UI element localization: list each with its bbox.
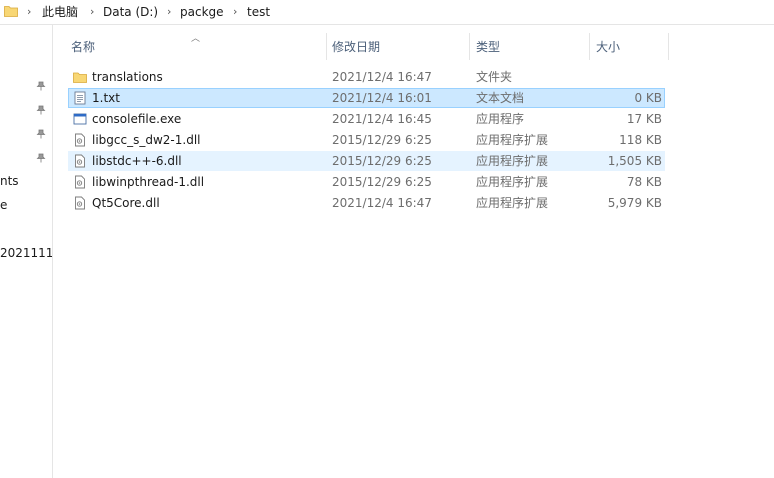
file-size: 118 KB [619, 133, 662, 147]
dll-icon [75, 133, 85, 147]
breadcrumb-test[interactable]: test [247, 4, 270, 20]
chevron-right-icon[interactable]: › [90, 4, 94, 20]
dll-icon [75, 196, 85, 210]
pin-icon[interactable] [36, 105, 46, 115]
file-type: 文件夹 [476, 70, 513, 84]
file-size: 1,505 KB [607, 154, 662, 168]
file-type: 应用程序扩展 [476, 133, 549, 147]
column-header-date[interactable]: 修改日期 [332, 36, 380, 58]
breadcrumb-this-pc[interactable]: 此电脑 [42, 4, 78, 20]
nav-item-documents[interactable]: nts [0, 174, 19, 188]
nav-item-e[interactable]: e [0, 198, 7, 212]
file-size: 5,979 KB [607, 196, 662, 210]
breadcrumb-data-drive[interactable]: Data (D:) [103, 4, 158, 20]
file-modified-date: 2015/12/29 6:25 [332, 133, 432, 147]
pin-icon[interactable] [36, 81, 46, 91]
exe-icon [73, 113, 87, 125]
column-header-name[interactable]: 名称 [71, 36, 95, 58]
file-type: 文本文档 [476, 91, 525, 105]
text-file-icon [74, 91, 86, 105]
file-name: libwinpthread-1.dll [92, 175, 205, 189]
column-header-size[interactable]: 大小 [596, 36, 620, 58]
file-size: 17 KB [626, 112, 662, 126]
file-row[interactable]: translations 2021/12/4 16:47 文件夹 [68, 67, 665, 87]
file-name: libstdc++-6.dll [92, 154, 182, 168]
navigation-pane[interactable]: nts e 2021111 [0, 25, 53, 478]
sort-ascending-icon: ︿ [191, 34, 201, 44]
file-row[interactable]: libgcc_s_dw2-1.dll 2015/12/29 6:25 应用程序扩展 1… [68, 130, 665, 150]
file-row[interactable]: Qt5Core.dll 2021/12/4 16:47 应用程序扩展 5,979 KB [68, 193, 665, 213]
dll-icon [75, 154, 85, 168]
address-bar[interactable]: › 此电脑 › Data (D:) › packge › test [0, 0, 774, 25]
file-name: consolefile.exe [92, 112, 182, 126]
pin-icon[interactable] [36, 153, 46, 163]
file-modified-date: 2015/12/29 6:25 [332, 175, 432, 189]
file-modified-date: 2021/12/4 16:47 [332, 196, 432, 210]
dll-icon [75, 175, 85, 189]
column-header-type[interactable]: 类型 [476, 36, 500, 58]
chevron-right-icon[interactable]: › [233, 4, 237, 20]
file-size: 0 KB [634, 91, 662, 105]
pin-icon[interactable] [36, 129, 46, 139]
column-divider[interactable] [326, 33, 327, 60]
file-modified-date: 2021/12/4 16:01 [332, 91, 432, 105]
file-modified-date: 2015/12/29 6:25 [332, 154, 432, 168]
nav-item-2021111[interactable]: 2021111 [0, 246, 52, 260]
file-modified-date: 2021/12/4 16:45 [332, 112, 432, 126]
file-name: translations [92, 70, 163, 84]
file-row[interactable]: libstdc++-6.dll 2015/12/29 6:25 应用程序扩展 1,50… [68, 151, 665, 171]
file-row[interactable]: libwinpthread-1.dll 2015/12/29 6:25 应用程序扩展… [68, 172, 665, 192]
file-row[interactable]: consolefile.exe 2021/12/4 16:45 应用程序 17 KB [68, 109, 665, 129]
folder-icon [4, 6, 18, 17]
file-size: 78 KB [626, 175, 662, 189]
file-type: 应用程序扩展 [476, 175, 549, 189]
folder-icon [73, 72, 87, 83]
chevron-right-icon[interactable]: › [27, 4, 31, 20]
column-divider[interactable] [668, 33, 669, 60]
breadcrumb-packge[interactable]: packge [180, 4, 224, 20]
column-divider[interactable] [589, 33, 590, 60]
file-modified-date: 2021/12/4 16:47 [332, 70, 432, 84]
file-type: 应用程序扩展 [476, 154, 549, 168]
column-divider[interactable] [469, 33, 470, 60]
chevron-right-icon[interactable]: › [167, 4, 171, 20]
file-type: 应用程序扩展 [476, 196, 549, 210]
file-name: Qt5Core.dll [92, 196, 160, 210]
file-name: 1.txt [92, 91, 120, 105]
file-row[interactable]: 1.txt 2021/12/4 16:01 文本文档 0 KB [68, 88, 665, 108]
file-type: 应用程序 [476, 112, 525, 126]
file-name: libgcc_s_dw2-1.dll [92, 133, 201, 147]
